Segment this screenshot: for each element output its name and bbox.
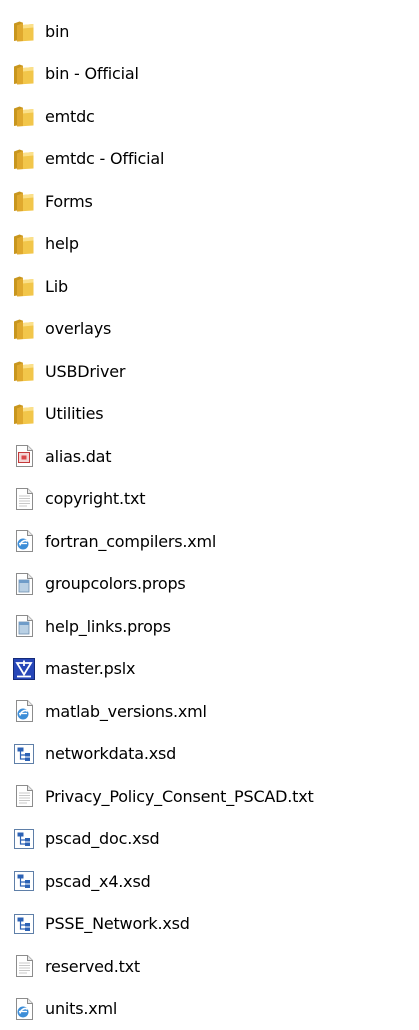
file-item[interactable]: Lib <box>0 265 419 308</box>
file-name: alias.dat <box>45 447 111 466</box>
file-name: USBDriver <box>45 362 125 381</box>
file-item[interactable]: bin - Official <box>0 53 419 96</box>
file-item[interactable]: help_links.props <box>0 605 419 648</box>
file-name: emtdc - Official <box>45 149 164 168</box>
file-item[interactable]: Utilities <box>0 393 419 436</box>
file-item[interactable]: pscad_doc.xsd <box>0 818 419 861</box>
props-file-icon <box>12 614 36 638</box>
file-name: PSSE_Network.xsd <box>45 914 190 933</box>
file-item[interactable]: bin <box>0 10 419 53</box>
file-name: emtdc <box>45 107 95 126</box>
file-name: help <box>45 234 79 253</box>
file-name: fortran_compilers.xml <box>45 532 216 551</box>
file-item[interactable]: USBDriver <box>0 350 419 393</box>
xsd-file-icon <box>12 912 36 936</box>
xml-file-icon <box>12 529 36 553</box>
folder-icon <box>12 147 36 171</box>
file-name: pscad_x4.xsd <box>45 872 151 891</box>
xml-file-icon <box>12 997 36 1021</box>
file-item[interactable]: copyright.txt <box>0 478 419 521</box>
dat-file-icon <box>12 444 36 468</box>
file-item[interactable]: reserved.txt <box>0 945 419 988</box>
xsd-file-icon <box>12 742 36 766</box>
folder-icon <box>12 232 36 256</box>
folder-icon <box>12 317 36 341</box>
file-item[interactable]: overlays <box>0 308 419 351</box>
file-item[interactable]: emtdc - Official <box>0 138 419 181</box>
file-name: matlab_versions.xml <box>45 702 207 721</box>
file-item[interactable]: Forms <box>0 180 419 223</box>
file-name: reserved.txt <box>45 957 140 976</box>
text-file-icon <box>12 487 36 511</box>
file-item[interactable]: Privacy_Policy_Consent_PSCAD.txt <box>0 775 419 818</box>
file-item[interactable]: groupcolors.props <box>0 563 419 606</box>
file-item[interactable]: PSSE_Network.xsd <box>0 903 419 946</box>
file-list: bin bin - Official emtdc emtdc - Official Fo… <box>0 10 419 1030</box>
file-name: copyright.txt <box>45 489 145 508</box>
file-item[interactable]: fortran_compilers.xml <box>0 520 419 563</box>
xml-file-icon <box>12 699 36 723</box>
props-file-icon <box>12 572 36 596</box>
file-name: help_links.props <box>45 617 171 636</box>
file-name: Forms <box>45 192 93 211</box>
text-file-icon <box>12 784 36 808</box>
file-name: Privacy_Policy_Consent_PSCAD.txt <box>45 787 314 806</box>
file-name: groupcolors.props <box>45 574 186 593</box>
folder-icon <box>12 19 36 43</box>
file-item[interactable]: matlab_versions.xml <box>0 690 419 733</box>
folder-icon <box>12 274 36 298</box>
folder-icon <box>12 359 36 383</box>
folder-icon <box>12 189 36 213</box>
file-item[interactable]: networkdata.xsd <box>0 733 419 776</box>
file-item[interactable]: master.pslx <box>0 648 419 691</box>
folder-icon <box>12 402 36 426</box>
file-name: master.pslx <box>45 659 135 678</box>
file-item[interactable]: help <box>0 223 419 266</box>
text-file-icon <box>12 954 36 978</box>
file-name: bin <box>45 22 69 41</box>
xsd-file-icon <box>12 869 36 893</box>
file-name: bin - Official <box>45 64 139 83</box>
file-item[interactable]: emtdc <box>0 95 419 138</box>
file-item[interactable]: pscad_x4.xsd <box>0 860 419 903</box>
file-item[interactable]: units.xml <box>0 988 419 1030</box>
file-name: overlays <box>45 319 111 338</box>
file-name: networkdata.xsd <box>45 744 176 763</box>
folder-icon <box>12 104 36 128</box>
file-name: units.xml <box>45 999 117 1018</box>
pscad-project-icon <box>12 657 36 681</box>
file-name: pscad_doc.xsd <box>45 829 159 848</box>
xsd-file-icon <box>12 827 36 851</box>
file-item[interactable]: alias.dat <box>0 435 419 478</box>
file-name: Utilities <box>45 404 103 423</box>
folder-icon <box>12 62 36 86</box>
file-name: Lib <box>45 277 68 296</box>
